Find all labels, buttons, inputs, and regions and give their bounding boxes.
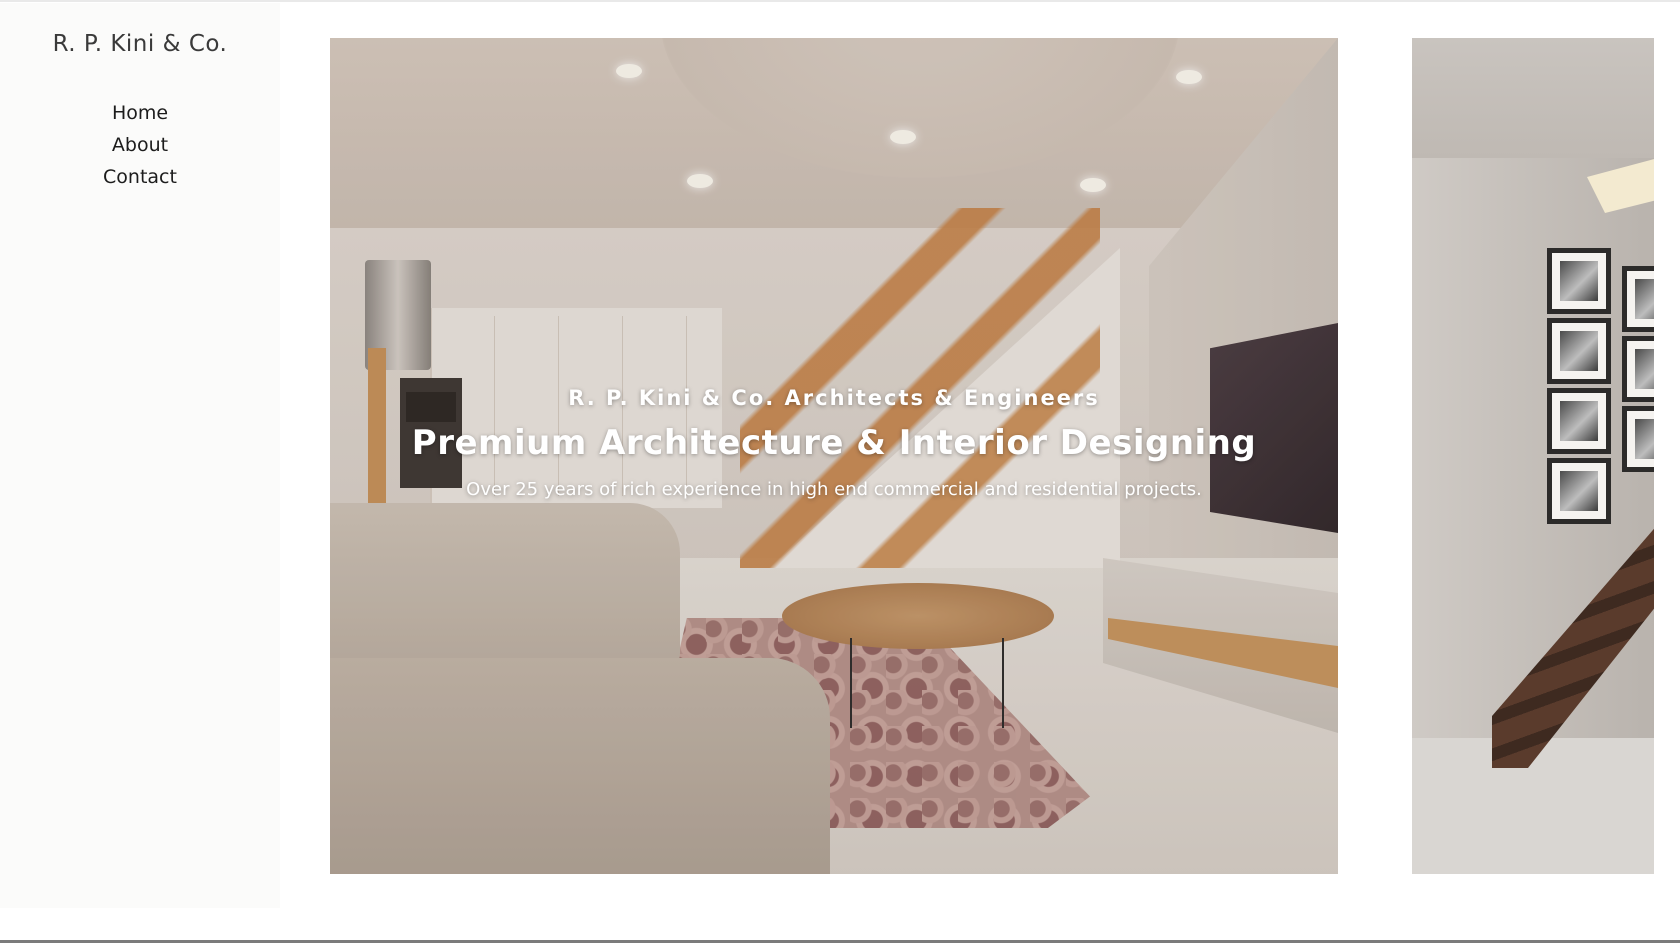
sidebar: R. P. Kini & Co. Home About Contact (0, 3, 280, 908)
hero-slide-active[interactable]: R. P. Kini & Co. Architects & Engineers … (330, 38, 1338, 874)
nav-link-contact[interactable]: Contact (103, 166, 177, 188)
nav-item-about[interactable]: About (0, 129, 280, 161)
nav-item-contact[interactable]: Contact (0, 161, 280, 193)
hero-title: Premium Architecture & Interior Designin… (411, 423, 1257, 463)
hero-slide-next[interactable] (1412, 38, 1666, 874)
nav-link-about[interactable]: About (112, 134, 168, 156)
brand-logo[interactable]: R. P. Kini & Co. (0, 31, 280, 57)
nav-link-home[interactable]: Home (112, 102, 168, 124)
hero-kicker: R. P. Kini & Co. Architects & Engineers (568, 386, 1100, 410)
nav-item-home[interactable]: Home (0, 97, 280, 129)
main-nav: Home About Contact (0, 97, 280, 193)
staircase-photo (1412, 38, 1666, 874)
top-border (0, 0, 1680, 2)
hero-subtitle: Over 25 years of rich experience in high… (466, 479, 1202, 500)
